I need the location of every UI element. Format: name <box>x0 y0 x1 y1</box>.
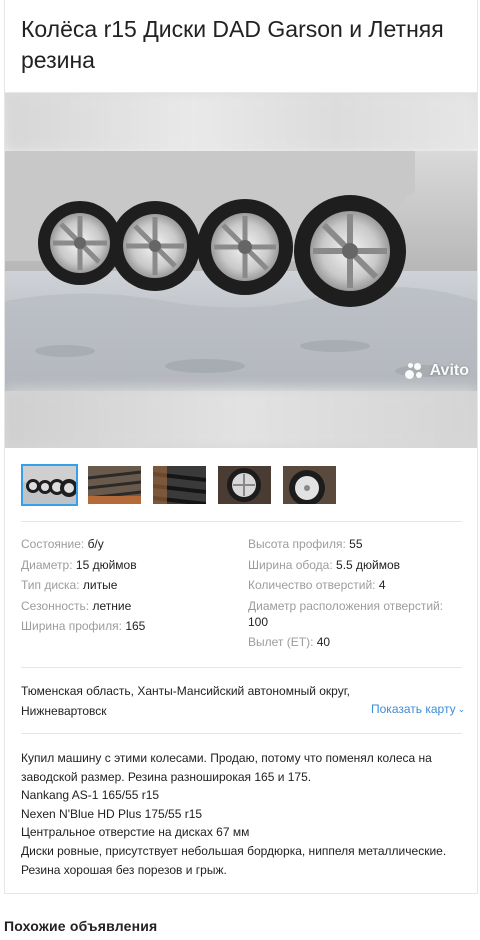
param-rim-width: Ширина обода: 5.5 дюймов <box>248 557 463 573</box>
param-bolt-count: Количество отверстий: 4 <box>248 577 463 593</box>
show-map-label: Показать карту <box>371 702 456 716</box>
show-map-link[interactable]: Показать карту ⌄ <box>371 702 465 716</box>
main-photo[interactable]: Avito <box>5 93 477 448</box>
thumbnail-strip <box>21 464 338 506</box>
param-condition: Состояние: б/у <box>21 536 236 552</box>
thumbnail-3[interactable] <box>151 464 208 506</box>
param-season: Сезонность: летние <box>21 598 236 614</box>
params-left-column: Состояние: б/у Диаметр: 15 дюймов Тип ди… <box>21 536 236 639</box>
similar-listings-heading: Похожие объявления <box>4 918 158 934</box>
param-key: Вылет (ET): <box>248 635 314 650</box>
param-key: Диаметр: <box>21 557 73 572</box>
param-key: Ширина профиля: <box>21 619 122 634</box>
description-line: Диски ровные, присутствует небольшая бор… <box>21 843 447 877</box>
param-rim-type: Тип диска: литые <box>21 577 236 593</box>
wheel-3 <box>197 199 293 295</box>
description-line: Купил машину с этими колесами. Продаю, п… <box>21 751 432 784</box>
param-profile-height: Высота профиля: 55 <box>248 536 463 552</box>
listing-title: Колёса r15 Диски DAD Garson и Летняя рез… <box>21 16 444 73</box>
location-address: Тюменская область, Ханты-Мансийский авто… <box>21 684 350 718</box>
listing-card: Колёса r15 Диски DAD Garson и Летняя рез… <box>4 0 478 894</box>
param-diameter: Диаметр: 15 дюймов <box>21 557 236 573</box>
param-key: Ширина обода: <box>248 557 333 572</box>
wheels-photo-illustration <box>5 151 477 391</box>
thumbnail-4[interactable] <box>216 464 273 506</box>
param-value: 40 <box>316 635 331 650</box>
wheel-4 <box>294 195 406 307</box>
listing-description: Купил машину с этими колесами. Продаю, п… <box>21 749 467 879</box>
param-value: литые <box>82 578 118 593</box>
param-key: Высота профиля: <box>248 537 346 551</box>
description-line: Nexen N'Blue HD Plus 175/55 r15 <box>21 806 203 821</box>
photo-blur-bottom <box>5 388 477 448</box>
thumbnail-2[interactable] <box>86 464 143 506</box>
avito-watermark: Avito <box>404 361 469 381</box>
wheel-1 <box>38 201 122 285</box>
thumbnail-1[interactable] <box>21 464 78 506</box>
thumbnail-5[interactable] <box>281 464 338 506</box>
param-value: 4 <box>378 578 386 593</box>
divider <box>21 733 462 734</box>
wheel-2 <box>110 201 200 291</box>
param-key: Тип диска: <box>21 578 80 593</box>
param-offset: Вылет (ET): 40 <box>248 634 463 650</box>
param-profile-width: Ширина профиля: 165 <box>21 618 236 634</box>
description-line: Центральное отверстие на дисках 67 мм <box>21 825 250 840</box>
param-value: летние <box>92 598 132 613</box>
description-line: Nankang AS-1 165/55 r15 <box>21 788 160 803</box>
chevron-down-icon: ⌄ <box>457 704 466 714</box>
param-bolt-pattern: Диаметр расположения отверстий: 100 <box>248 598 463 630</box>
watermark-text: Avito <box>429 362 469 379</box>
photo-blur-top <box>5 93 477 153</box>
param-value: 55 <box>349 537 363 551</box>
param-key: Сезонность: <box>21 598 90 613</box>
divider <box>21 521 462 522</box>
params-right-column: Высота профиля: 55 Ширина обода: 5.5 дюй… <box>248 536 463 655</box>
param-key: Диаметр расположения отверстий: <box>248 598 444 613</box>
param-value: 15 дюймов <box>75 557 137 572</box>
param-value: б/у <box>87 537 104 551</box>
param-key: Состояние: <box>21 537 85 551</box>
avito-logo-icon <box>404 361 425 381</box>
param-value: 165 <box>125 619 146 634</box>
param-key: Количество отверстий: <box>248 578 376 593</box>
param-value: 5.5 дюймов <box>336 557 401 572</box>
divider <box>21 667 462 668</box>
param-value: 100 <box>248 614 269 629</box>
